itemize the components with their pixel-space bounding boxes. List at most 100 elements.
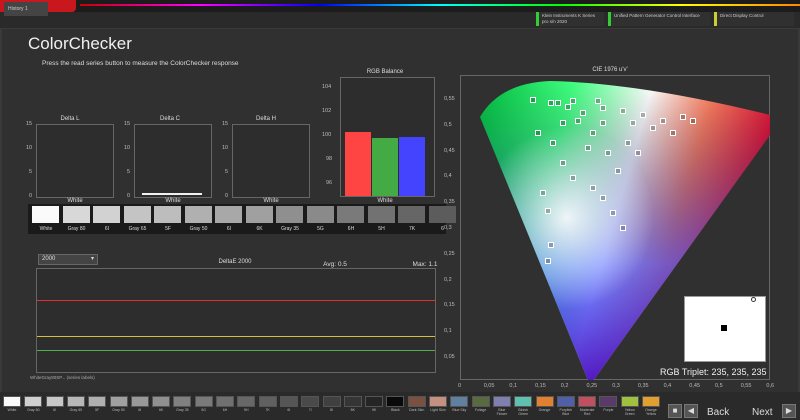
swatch-8[interactable]: [276, 206, 303, 223]
bottom-swatch[interactable]: [45, 396, 64, 407]
bottom-swatch[interactable]: [492, 396, 511, 407]
bottom-swatch[interactable]: [3, 396, 21, 407]
bottom-swatch[interactable]: [450, 396, 469, 407]
bottom-swatch[interactable]: [514, 396, 533, 407]
bottom-swatch-label: Gray 65: [69, 408, 83, 412]
cie-point: [548, 100, 554, 106]
cie-point: [620, 225, 626, 231]
swatch-label: 6H: [347, 226, 355, 232]
swatch-9[interactable]: [306, 206, 334, 223]
cie-x-tick: 0,6: [766, 383, 775, 389]
bottom-swatch-label: Blue Flower: [496, 408, 508, 416]
swatch-7[interactable]: [245, 206, 273, 223]
bottom-swatch-label: 7K: [265, 408, 270, 412]
cie-point: [610, 210, 616, 216]
cie-point: [545, 208, 551, 214]
rgb-triplet-preview: [684, 296, 766, 362]
device-meter[interactable]: Klein Instruments K Series pro s/n 2020: [536, 12, 604, 26]
cie-point: [585, 145, 591, 151]
tab-history-1[interactable]: History 1: [4, 2, 48, 16]
cie-point: [545, 258, 551, 264]
bottom-swatch[interactable]: [109, 396, 128, 407]
cie-y-tick: 0,2: [444, 276, 452, 283]
bottom-swatch[interactable]: [66, 396, 85, 407]
bottom-swatch[interactable]: [642, 396, 660, 407]
bottom-swatch[interactable]: [407, 396, 426, 407]
bottom-swatch[interactable]: [173, 396, 192, 407]
deltae-dropdown[interactable]: 2000 ▾: [38, 254, 98, 265]
bottom-swatch-label: 8I: [330, 408, 333, 412]
bottom-swatch[interactable]: [301, 396, 320, 407]
swatch-0[interactable]: [32, 206, 59, 223]
read-series-button[interactable]: ■: [668, 404, 682, 418]
bottom-swatch[interactable]: [471, 396, 490, 407]
cie-x-tick: 0,55: [740, 383, 752, 389]
cie-title: CIE 1976 u'v': [592, 67, 628, 73]
bottom-swatch[interactable]: [88, 396, 107, 407]
bottom-swatch[interactable]: [194, 396, 213, 407]
cie-point: [575, 118, 581, 124]
swatch-label: 5H: [378, 226, 385, 232]
cie-point: [660, 118, 666, 124]
bottom-swatch[interactable]: [578, 396, 597, 407]
deltae-chart: [36, 268, 436, 373]
device-display-control[interactable]: Direct Display Control: [714, 12, 794, 26]
swatch-10[interactable]: [337, 206, 364, 223]
bottom-swatch[interactable]: [620, 396, 639, 407]
bottom-swatch-label: Moderate Red: [579, 408, 595, 416]
bottom-swatch[interactable]: [130, 396, 149, 407]
swatch-5[interactable]: [184, 206, 212, 223]
bottom-swatch-label: Yellow Green: [624, 408, 635, 416]
swatch-12[interactable]: [398, 206, 425, 223]
back-arrow-icon[interactable]: ◀: [684, 404, 698, 418]
cie-point: [650, 125, 656, 131]
bottom-swatch[interactable]: [429, 396, 447, 407]
bottom-swatch-label: Gray 50: [112, 408, 125, 412]
cie-point: [540, 190, 546, 196]
cie-point: [580, 110, 586, 116]
cie-x-tick: 0,4: [663, 383, 672, 389]
cie-x-tick: 0,25: [586, 383, 598, 389]
swatch-1[interactable]: [62, 206, 90, 223]
cie-point: [635, 150, 641, 156]
cie-point: [600, 105, 606, 111]
bottom-swatch[interactable]: [258, 396, 277, 407]
back-button[interactable]: Back: [707, 406, 729, 419]
swatch-6[interactable]: [215, 206, 242, 223]
next-arrow-icon[interactable]: ▶: [782, 404, 796, 418]
swatch-11[interactable]: [367, 206, 395, 223]
swatch-3[interactable]: [123, 206, 151, 223]
cie-x-tick: 0,15: [535, 383, 546, 389]
delta-l-chart: [36, 124, 114, 198]
bottom-swatch[interactable]: [386, 396, 405, 407]
device-pattern-generator[interactable]: Unified Pattern Generator Control Interf…: [608, 12, 710, 26]
swatch-13[interactable]: [428, 206, 456, 223]
cie-point: [670, 130, 676, 136]
cie-y-tick: 0,05: [444, 354, 455, 360]
bottom-swatch[interactable]: [152, 396, 171, 407]
bottom-swatch[interactable]: [343, 396, 362, 407]
cie-point: [630, 120, 636, 126]
next-button[interactable]: Next: [752, 406, 773, 419]
bottom-swatch[interactable]: [322, 396, 341, 407]
bottom-swatch[interactable]: [216, 396, 234, 407]
deltae-x-labels: WhiteGray80SP... (series labels): [30, 375, 95, 380]
bottom-swatch[interactable]: [556, 396, 575, 407]
bottom-swatch[interactable]: [237, 396, 256, 407]
swatch-4[interactable]: [154, 206, 181, 223]
bottom-swatch[interactable]: [599, 396, 618, 407]
bottom-swatch-label: 6K: [158, 408, 164, 412]
delta-c-bar-white: [142, 193, 202, 195]
bottom-swatch[interactable]: [24, 396, 43, 407]
bottom-swatch[interactable]: [365, 396, 384, 407]
delta-c-chart: [134, 124, 212, 198]
bottom-swatch[interactable]: [535, 396, 554, 407]
cie-x-tick: 0: [458, 383, 462, 389]
cie-point: [600, 195, 606, 201]
bottom-swatch-label: 6I: [287, 408, 291, 412]
swatch-2[interactable]: [93, 206, 120, 223]
rgb-bar-r: [345, 132, 371, 196]
bottom-swatch[interactable]: [279, 396, 298, 407]
bottom-swatch-label: Light Skin: [430, 408, 446, 412]
cie-point: [590, 185, 596, 191]
